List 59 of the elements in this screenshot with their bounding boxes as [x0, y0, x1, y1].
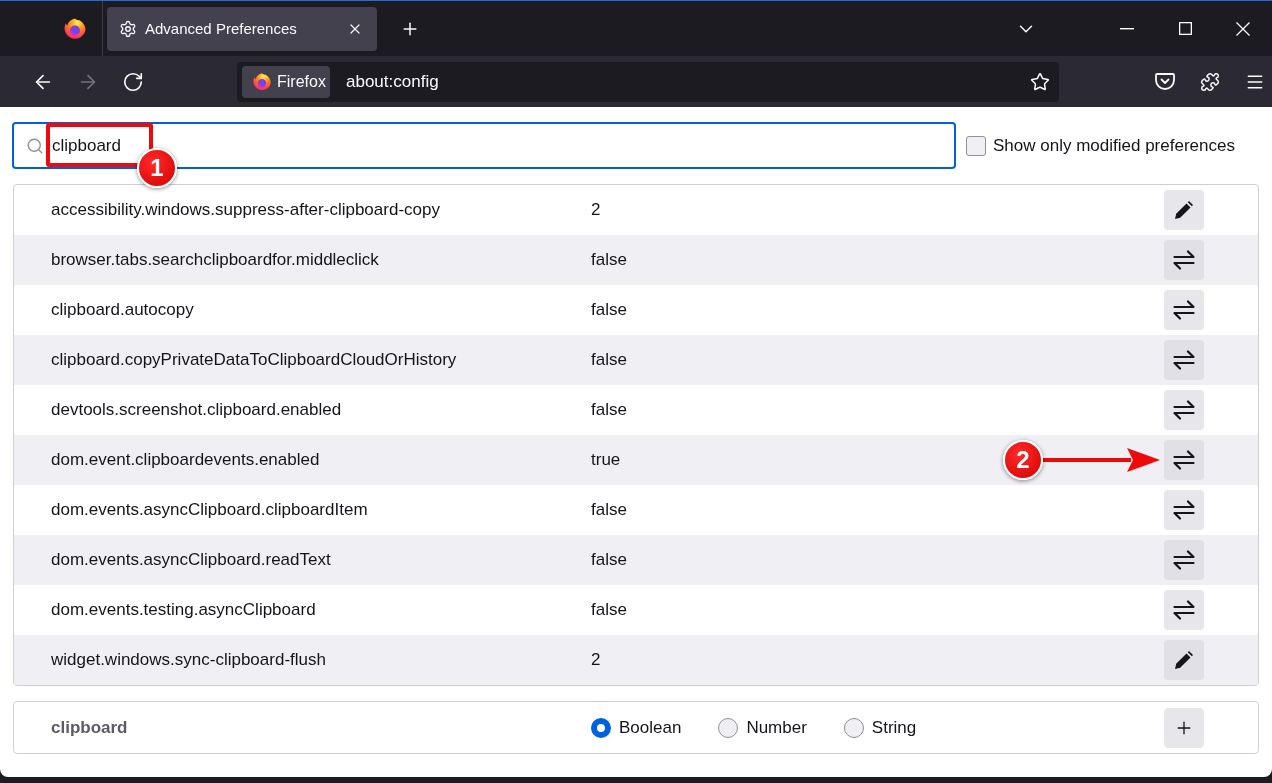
edit-button[interactable]: [1164, 640, 1204, 680]
identity-button[interactable]: Firefox: [242, 65, 330, 98]
preference-name: widget.windows.sync-clipboard-flush: [51, 650, 326, 670]
preference-value: false: [591, 550, 627, 570]
new-preference-name: clipboard: [51, 717, 128, 738]
toggle-button[interactable]: [1164, 490, 1204, 530]
preference-value: false: [591, 600, 627, 620]
preference-name: clipboard.copyPrivateDataToClipboardCloudOrHistory: [51, 350, 457, 370]
preference-value: true: [591, 450, 621, 470]
radio-button[interactable]: [591, 717, 611, 738]
browser-tab[interactable]: Advanced Preferences: [107, 6, 377, 51]
toggle-button[interactable]: [1164, 340, 1204, 380]
preference-name: dom.events.asyncClipboard.clipboardItem: [51, 500, 368, 520]
radio-button[interactable]: [843, 717, 864, 738]
browser-logo-icon: [63, 16, 87, 41]
checkbox[interactable]: [966, 135, 986, 156]
star-icon: [1030, 71, 1050, 92]
radio-label[interactable]: String: [871, 717, 917, 738]
preference-name: dom.events.testing.asyncClipboard: [51, 600, 316, 620]
close-icon: [1236, 21, 1250, 36]
add-button[interactable]: [1164, 707, 1204, 748]
toggle-button[interactable]: [1164, 440, 1204, 480]
toggle-button[interactable]: [1164, 540, 1204, 580]
preference-name: devtools.screenshot.clipboard.enabled: [51, 400, 342, 420]
toggle-button[interactable]: [1164, 240, 1204, 280]
reload-icon: [122, 70, 144, 93]
search-icon: [26, 136, 44, 155]
preference-name: dom.event.clipboardevents.enabled: [51, 450, 320, 470]
maximize-icon: [1178, 22, 1192, 35]
browser-logo-icon: [252, 71, 272, 92]
pencil-icon: [1175, 651, 1193, 669]
preference-value: false: [591, 300, 627, 320]
edit-button[interactable]: [1164, 190, 1204, 230]
preference-value: false: [591, 350, 627, 370]
toggle-button[interactable]: [1164, 590, 1204, 630]
checkbox-label[interactable]: Show only modified preferences: [993, 135, 1235, 156]
preference-value: 2: [591, 200, 601, 220]
preference-name: dom.events.asyncClipboard.readText: [51, 550, 331, 570]
radio-label[interactable]: Boolean: [619, 717, 682, 738]
annotation-badge: 1: [137, 148, 177, 188]
puzzle-icon: [1200, 71, 1220, 92]
toggle-button[interactable]: [1164, 390, 1204, 430]
preference-name: clipboard.autocopy: [51, 300, 194, 320]
preference-value: 2: [591, 650, 601, 670]
preference-value: false: [591, 400, 627, 420]
url-text[interactable]: about:config: [346, 71, 439, 92]
radio-label[interactable]: Number: [746, 717, 807, 738]
preference-name: browser.tabs.searchclipboardfor.middleclick: [51, 250, 379, 270]
preference-value: false: [591, 250, 627, 270]
preference-name: accessibility.windows.suppress-after-clipboard-copy: [51, 200, 440, 220]
pencil-icon: [1175, 201, 1193, 219]
preference-value: false: [591, 500, 627, 520]
annotation-badge: 2: [1003, 440, 1043, 480]
radio-button[interactable]: [718, 717, 739, 738]
chevron-shield-icon: [1155, 72, 1175, 91]
gear-icon: [119, 19, 137, 38]
address-bar[interactable]: Firefox about:config: [237, 61, 1059, 102]
minimize-icon: [1120, 27, 1134, 30]
toggle-button[interactable]: [1164, 290, 1204, 330]
